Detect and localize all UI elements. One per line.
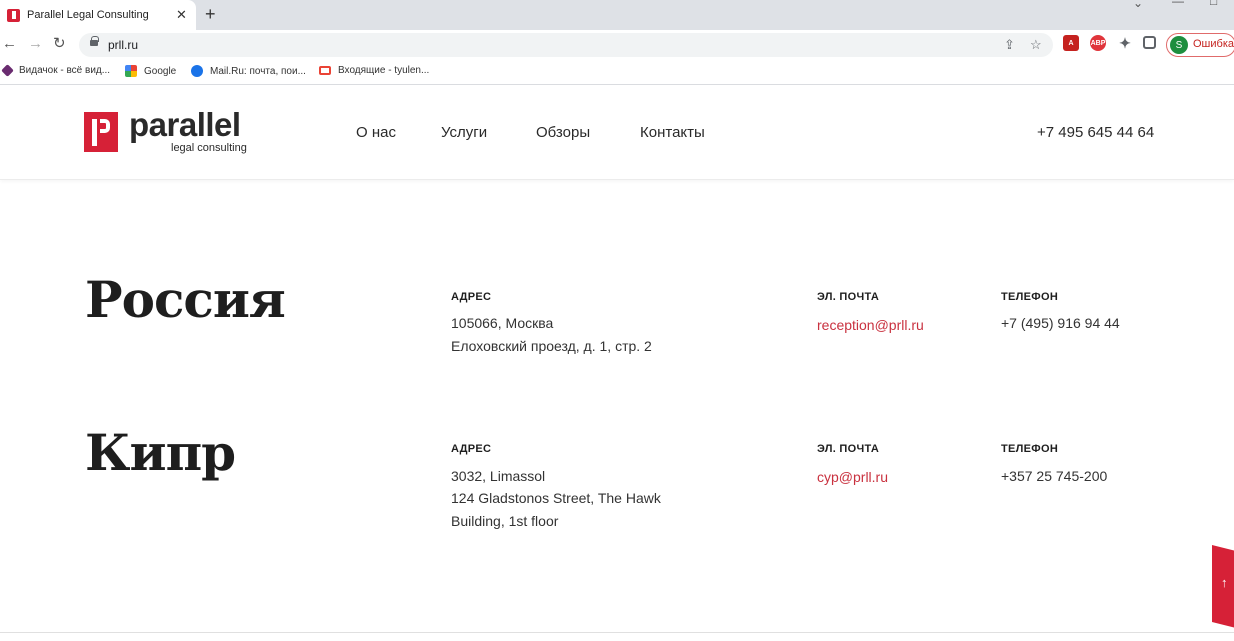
email-label: ЭЛ. ПОЧТА (817, 291, 880, 303)
bookmarks-bar: Видачок - всё вид... Google Mail.Ru: поч… (0, 59, 1234, 85)
phone-link[interactable]: +7 (495) 916 94 44 (1001, 312, 1120, 335)
country-title: Россия (85, 270, 286, 329)
logo-tagline: legal consulting (171, 142, 247, 154)
email-link[interactable]: reception@prll.ru (817, 317, 924, 333)
bookmark-label: Google (144, 65, 177, 77)
address-line: 124 Gladstonos Street, The Hawk (451, 490, 661, 506)
address-line: 3032, Limassol (451, 468, 546, 484)
gmail-icon (319, 66, 331, 75)
site-header: parallel legal consulting О нас Услуги О… (0, 87, 1234, 180)
reload-icon[interactable]: ↻ (53, 36, 66, 51)
vidachok-icon (1, 64, 14, 77)
maximize-icon[interactable]: □ (1210, 0, 1217, 8)
nav-reviews[interactable]: Обзоры (536, 124, 590, 141)
profile-button[interactable]: S Ошибка (1166, 33, 1234, 57)
adblock-extension-icon[interactable]: ABP (1090, 35, 1106, 51)
phone-label: ТЕЛЕФОН (1001, 443, 1059, 455)
parallel-logo-icon[interactable] (84, 112, 118, 152)
nav-contacts[interactable]: Контакты (640, 124, 705, 141)
address-line: 105066, Москва (451, 315, 554, 331)
url-text: prll.ru (108, 38, 139, 52)
bookmark-item[interactable]: Mail.Ru: почта, пои... (191, 65, 306, 77)
extensions-puzzle-icon[interactable]: ✦ (1117, 35, 1133, 51)
bookmark-label: Входящие - tyulen... (338, 65, 430, 76)
close-tab-icon[interactable]: ✕ (176, 8, 187, 21)
mailru-icon (191, 65, 203, 77)
lock-icon (90, 36, 99, 46)
site-favicon-icon (7, 8, 20, 22)
email-link[interactable]: cyp@prll.ru (817, 469, 888, 485)
side-panel-icon[interactable] (1143, 36, 1156, 49)
section-divider (0, 632, 1234, 633)
logo-wordmark[interactable]: parallel (129, 107, 241, 143)
bookmark-item[interactable]: Видачок - всё вид... (1, 64, 111, 77)
address-line: Building, 1st floor (451, 513, 559, 529)
new-tab-button[interactable]: + (205, 5, 216, 23)
browser-tab-strip: Parallel Legal Consulting ✕ + ⌄ — □ (0, 0, 1234, 30)
address-label: АДРЕС (451, 443, 492, 455)
nav-about[interactable]: О нас (356, 124, 396, 141)
minimize-icon[interactable]: — (1172, 0, 1184, 8)
browser-tab[interactable]: Parallel Legal Consulting ✕ (0, 0, 196, 30)
address-label: АДРЕС (451, 291, 492, 303)
avatar: S (1170, 36, 1188, 54)
back-icon[interactable]: ← (2, 36, 17, 51)
phone-label: ТЕЛЕФОН (1001, 291, 1059, 303)
bookmark-label: Mail.Ru: почта, пои... (210, 65, 306, 77)
pdf-extension-icon[interactable]: A (1063, 35, 1079, 51)
phone-link[interactable]: +357 25 745-200 (1001, 465, 1107, 488)
header-phone[interactable]: +7 495 645 44 64 (1037, 124, 1154, 141)
address-line: Елоховский проезд, д. 1, стр. 2 (451, 338, 652, 354)
tab-title: Parallel Legal Consulting (27, 9, 149, 21)
toolbar: ← → ↻ prll.ru ⇪ ☆ A ABP ✦ S Ошибка (0, 30, 1234, 59)
forward-icon[interactable]: → (28, 36, 43, 51)
bookmark-item[interactable]: Входящие - tyulen... (319, 65, 429, 76)
bookmark-item[interactable]: Google (125, 65, 176, 77)
bookmark-label: Видачок - всё вид... (19, 65, 111, 76)
profile-status-label: Ошибка (1193, 38, 1234, 50)
address-bar[interactable]: prll.ru ⇪ ☆ (79, 33, 1053, 57)
google-icon (125, 65, 137, 77)
nav-services[interactable]: Услуги (441, 124, 487, 141)
email-label: ЭЛ. ПОЧТА (817, 443, 880, 455)
share-icon[interactable]: ⇪ (1004, 37, 1015, 53)
bookmark-star-icon[interactable]: ☆ (1030, 37, 1042, 53)
country-title: Кипр (85, 423, 236, 482)
arrow-up-icon: ↑ (1221, 575, 1228, 590)
tab-search-icon[interactable]: ⌄ (1133, 0, 1143, 10)
